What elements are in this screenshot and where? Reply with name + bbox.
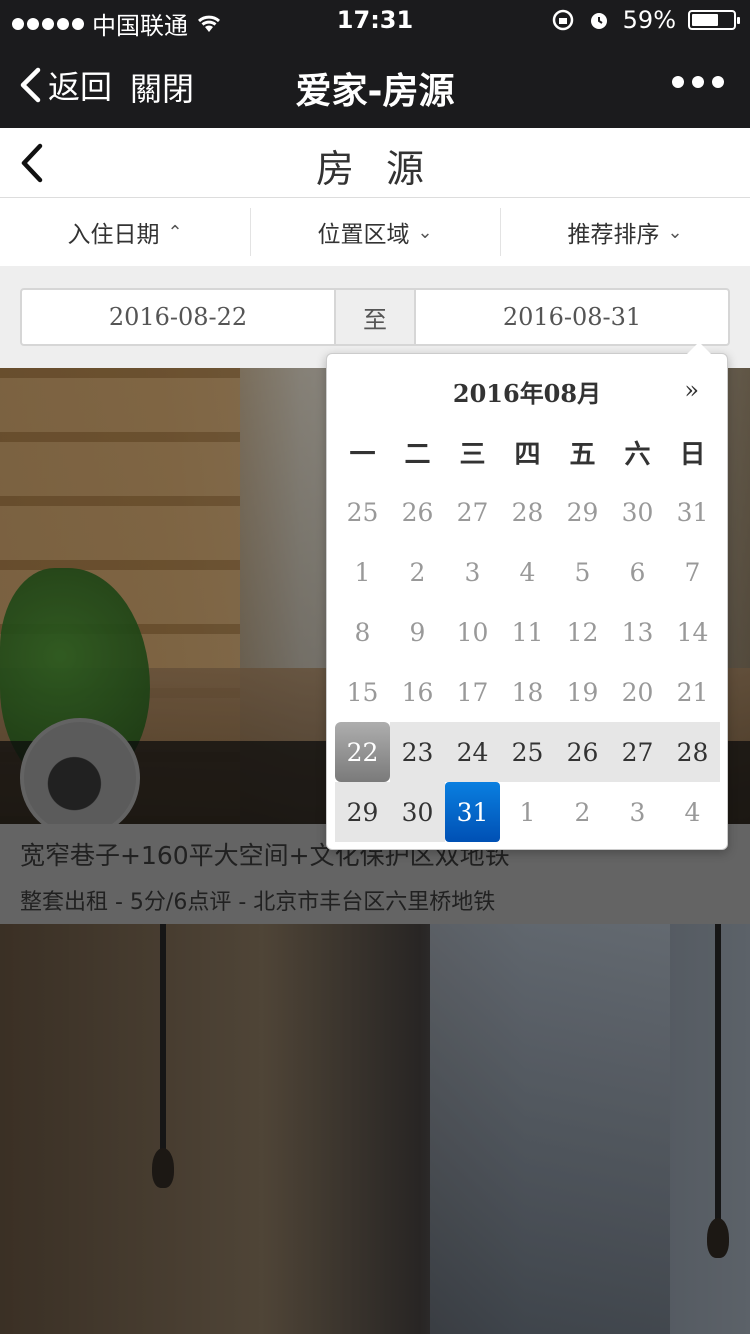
weekday-header: 一 二 三 四 五 六 日	[335, 422, 721, 482]
calendar-day[interactable]: 18	[500, 662, 555, 722]
checkout-date-input[interactable]: 2016-08-31	[414, 288, 730, 346]
calendar-week: 15 16 17 18 19 20 21	[335, 662, 721, 722]
calendar-day[interactable]: 25	[335, 482, 390, 542]
calendar-day[interactable]: 12	[555, 602, 610, 662]
calendar-day[interactable]: 23	[390, 722, 445, 782]
calendar-day[interactable]: 5	[555, 542, 610, 602]
calendar-week: 8 9 10 11 12 13 14	[335, 602, 721, 662]
filter-location[interactable]: 位置区域 ⌄	[250, 198, 500, 266]
filter-label: 入住日期	[67, 222, 160, 248]
battery-percent: 59%	[622, 6, 676, 34]
calendar-day[interactable]: 1	[500, 782, 555, 842]
more-icon[interactable]	[672, 76, 724, 88]
calendar-day[interactable]: 15	[335, 662, 390, 722]
chevron-down-icon: ⌄	[667, 221, 683, 243]
weekday-label: 五	[569, 439, 596, 470]
calendar-day[interactable]: 14	[665, 602, 720, 662]
chevron-down-icon: ⌄	[417, 221, 433, 243]
calendar-day[interactable]: 28	[665, 722, 720, 782]
calendar-day-range-start[interactable]: 22	[335, 722, 390, 782]
filter-bar: 入住日期 ⌃ 位置区域 ⌄ 推荐排序 ⌄	[0, 198, 750, 266]
status-bar: 中国联通 17:31 59%	[0, 0, 750, 40]
nav-title: 爱家-房源	[295, 71, 455, 112]
checkin-date-input[interactable]: 2016-08-22	[20, 288, 336, 346]
filter-sort[interactable]: 推荐排序 ⌄	[500, 198, 750, 266]
calendar-day[interactable]: 29	[335, 782, 390, 842]
calendar-day[interactable]: 2	[555, 782, 610, 842]
rotation-lock-icon	[552, 9, 573, 31]
battery-icon	[688, 10, 740, 30]
calendar-day[interactable]: 20	[610, 662, 665, 722]
calendar-day[interactable]: 27	[610, 722, 665, 782]
calendar-day[interactable]: 30	[610, 482, 665, 542]
status-right: 59%	[551, 6, 740, 34]
calendar-day[interactable]: 3	[445, 542, 500, 602]
calendar-week: 29 30 31 1 2 3 4	[335, 782, 721, 842]
calendar-month-label: 2016年08月	[452, 379, 602, 408]
calendar-day[interactable]: 13	[610, 602, 665, 662]
calendar-day[interactable]: 21	[665, 662, 720, 722]
calendar-day[interactable]: 3	[610, 782, 665, 842]
calendar-day[interactable]: 1	[335, 542, 390, 602]
filter-label: 推荐排序	[567, 222, 660, 248]
calendar-day[interactable]: 26	[555, 722, 610, 782]
filter-checkin-date[interactable]: 入住日期 ⌃	[0, 198, 250, 266]
calendar-day[interactable]: 24	[445, 722, 500, 782]
calendar-day[interactable]: 29	[555, 482, 610, 542]
weekday-label: 二	[404, 439, 431, 470]
filter-label: 位置区域	[317, 222, 410, 248]
calendar-day[interactable]: 2	[390, 542, 445, 602]
calendar-day[interactable]: 17	[445, 662, 500, 722]
calendar-week: 25 26 27 28 29 30 31	[335, 482, 721, 542]
next-month-button[interactable]: »	[684, 376, 699, 404]
calendar-day[interactable]: 6	[610, 542, 665, 602]
page-header: 房 源	[0, 128, 750, 198]
weekday-label: 一	[349, 439, 376, 470]
chevron-up-icon: ⌃	[167, 221, 183, 243]
calendar-grid: 一 二 三 四 五 六 日 25 26 27 28 29 30 31 1 2 3…	[335, 422, 721, 842]
calendar-day[interactable]: 11	[500, 602, 555, 662]
calendar-day[interactable]: 25	[500, 722, 555, 782]
calendar-day[interactable]: 26	[390, 482, 445, 542]
calendar-day-range-end[interactable]: 31	[445, 782, 500, 842]
calendar-day[interactable]: 10	[445, 602, 500, 662]
weekday-label: 三	[459, 439, 486, 470]
calendar-day[interactable]: 4	[500, 542, 555, 602]
alarm-icon	[590, 13, 607, 29]
calendar-day[interactable]: 27	[445, 482, 500, 542]
calendar-day[interactable]: 9	[390, 602, 445, 662]
calendar-week: 22 23 24 25 26 27 28	[335, 722, 721, 782]
calendar-day[interactable]: 31	[665, 482, 720, 542]
calendar-day[interactable]: 16	[390, 662, 445, 722]
nav-bar: 返回 關閉 爱家-房源	[0, 40, 750, 128]
calendar-day[interactable]: 30	[390, 782, 445, 842]
calendar-day[interactable]: 19	[555, 662, 610, 722]
date-picker: 2016年08月 » 一 二 三 四 五 六 日 25 26 27 28 29 …	[326, 342, 728, 850]
weekday-label: 六	[624, 439, 651, 470]
page-title: 房 源	[315, 147, 435, 191]
weekday-label: 四	[514, 439, 541, 470]
calendar-week: 1 2 3 4 5 6 7	[335, 542, 721, 602]
calendar-day[interactable]: 8	[335, 602, 390, 662]
date-separator: 至	[334, 288, 416, 346]
calendar-day[interactable]: 28	[500, 482, 555, 542]
calendar-day[interactable]: 7	[665, 542, 720, 602]
weekday-label: 日	[679, 439, 706, 470]
calendar-day[interactable]: 4	[665, 782, 720, 842]
